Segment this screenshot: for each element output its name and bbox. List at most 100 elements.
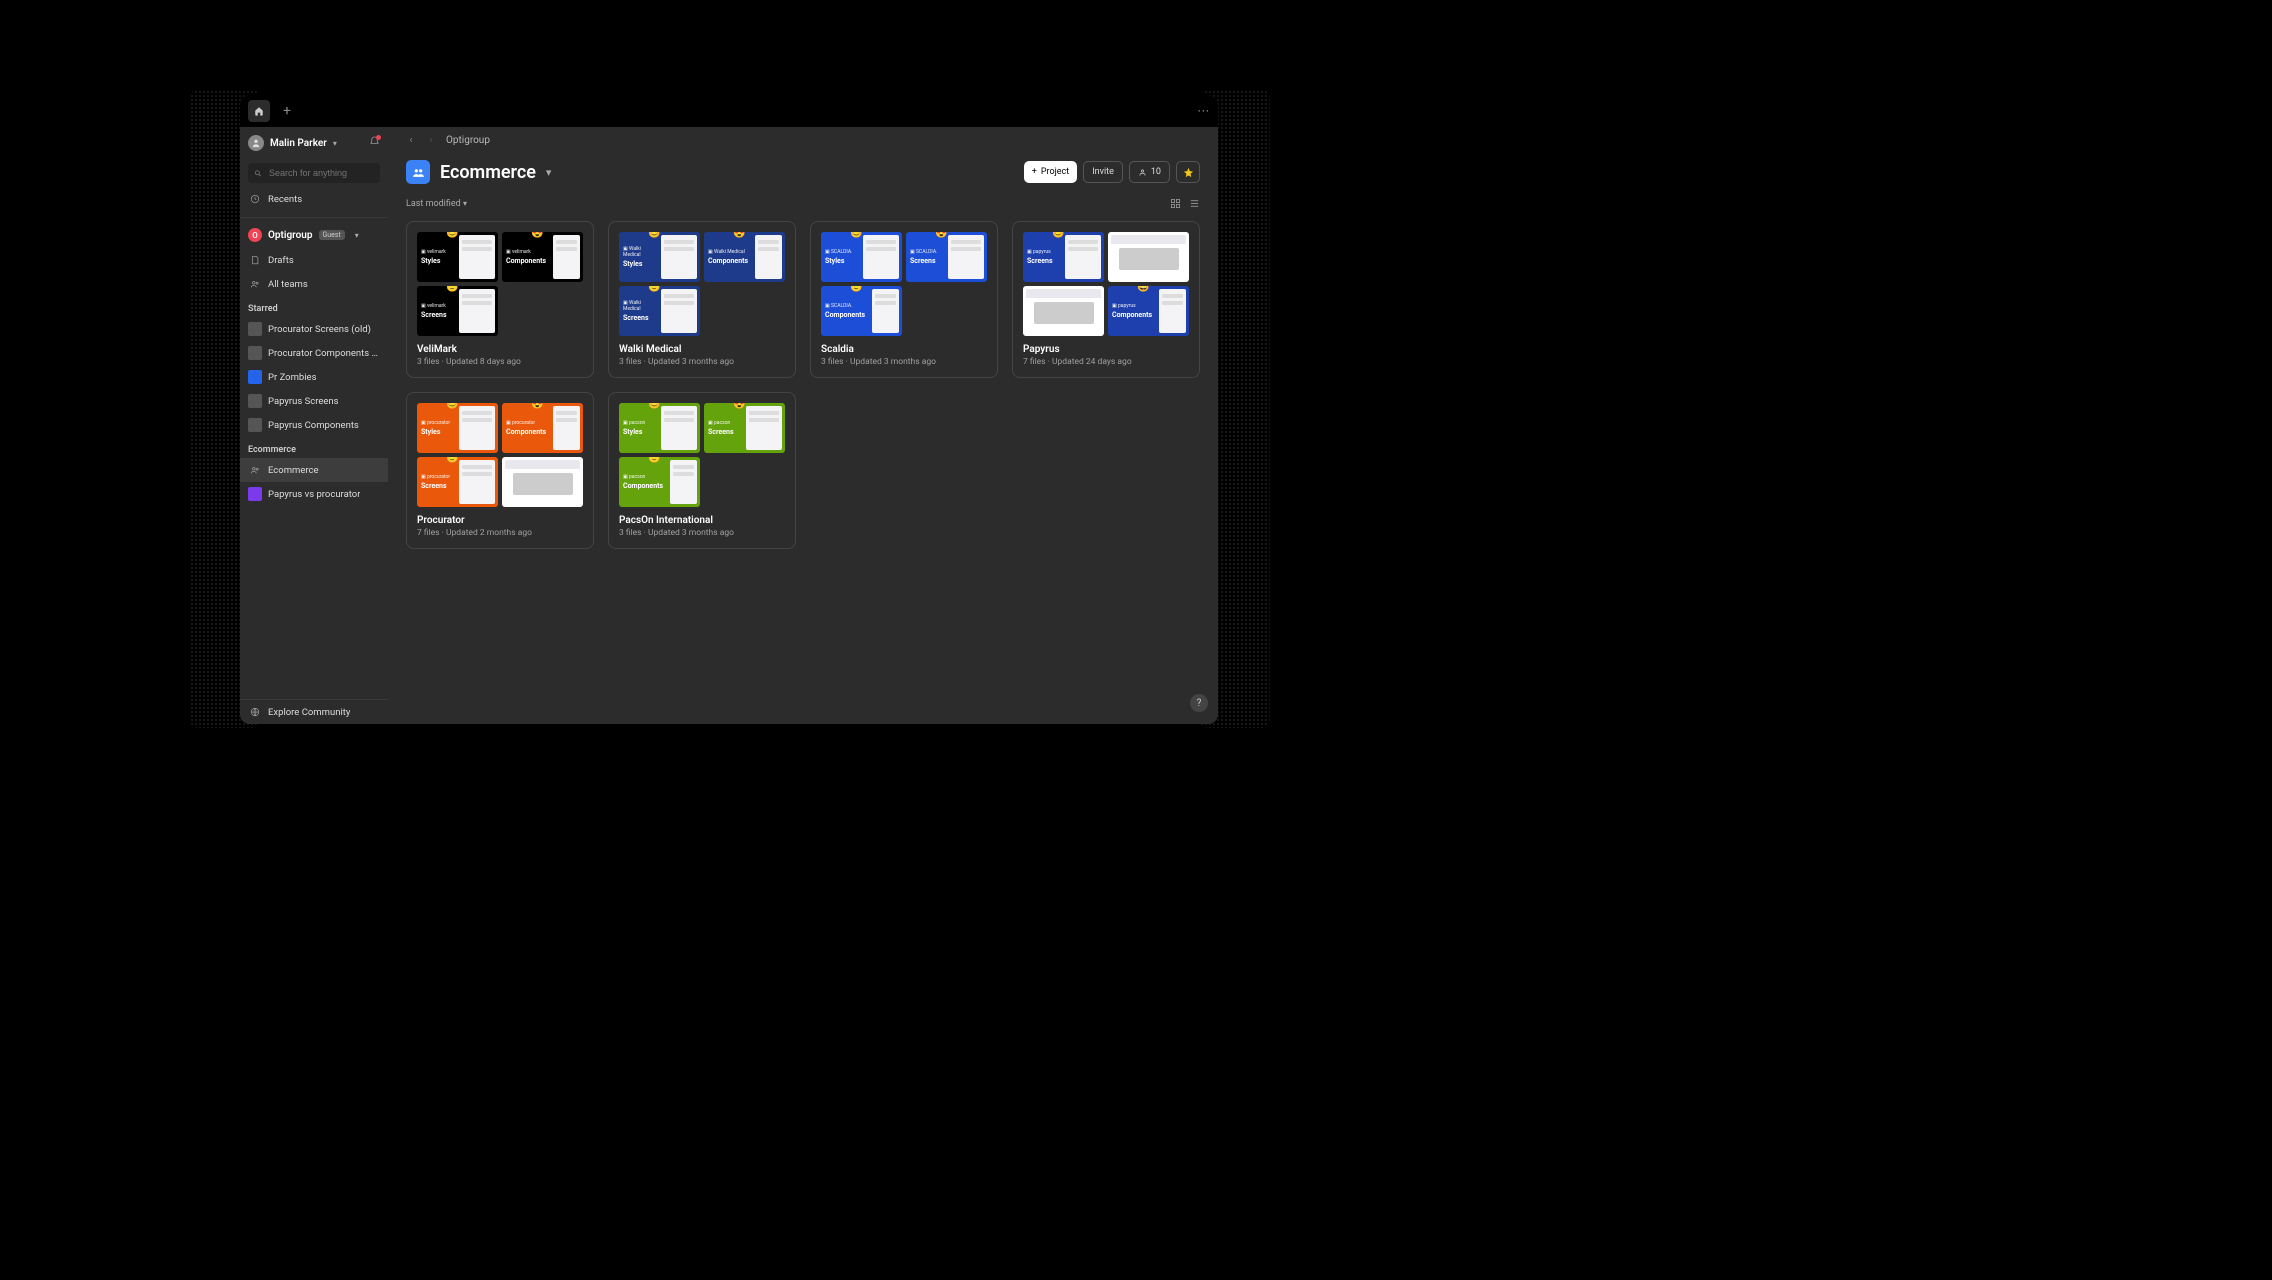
user-menu[interactable]: Malin Parker ▾: [240, 127, 388, 159]
toolbar: Last modified ▾: [388, 194, 1218, 217]
search-input[interactable]: [248, 163, 380, 183]
thumb-screenshot: [1023, 286, 1104, 336]
star-button[interactable]: [1176, 161, 1200, 183]
thumb-file: ▣ velimarkComponents 😍: [502, 232, 583, 282]
project-meta: 3 files · Updated 8 days ago: [417, 357, 583, 367]
sidebar-starred-item[interactable]: Papyrus Components: [240, 413, 388, 437]
sidebar: Malin Parker ▾ Recents O: [240, 127, 388, 724]
project-card[interactable]: ▣ velimarkStyles 😊 ▣ velimarkComponents …: [406, 221, 594, 378]
thumb-file: ▣ Walki MedicalComponents 😍: [704, 232, 785, 282]
tab-bar: + ···: [240, 95, 1218, 127]
sidebar-item-recents[interactable]: Recents: [240, 187, 388, 211]
home-tab[interactable]: [248, 100, 270, 122]
project-color-icon: [248, 346, 262, 360]
invite-label: Invite: [1092, 167, 1114, 177]
clock-icon: [248, 192, 262, 206]
app-window: + ··· Malin Parker ▾: [240, 95, 1218, 724]
org-switcher[interactable]: O Optigroup Guest ▾: [240, 217, 388, 248]
thumb-file: ▣ procuratorComponents 😍: [502, 403, 583, 453]
sidebar-team-item[interactable]: Papyrus vs procurator: [240, 482, 388, 506]
thumb-file: ▣ SCALDIA.Styles 😊: [821, 232, 902, 282]
search-field[interactable]: [267, 167, 374, 179]
sidebar-starred-item[interactable]: Pr Zombies: [240, 365, 388, 389]
sidebar-section-starred: Starred: [240, 296, 388, 317]
card-thumbnails: ▣ papyrusScreens 😊 ▣ papyrusComponents 😀: [1023, 232, 1189, 336]
project-color-icon: [248, 418, 262, 432]
thumb-file: ▣ papyrusComponents 😀: [1108, 286, 1189, 336]
home-icon: [254, 106, 264, 116]
plus-icon: +: [1032, 167, 1037, 177]
search-icon: [254, 169, 262, 178]
grid-view-icon[interactable]: [1170, 198, 1181, 209]
chevron-down-icon: ▾: [355, 231, 359, 240]
main-content: ‹ › Optigroup Ecommerce ▾ + Project: [388, 127, 1218, 724]
card-thumbnails: ▣ procuratorStyles 😊 ▣ procuratorCompone…: [417, 403, 583, 507]
chevron-down-icon: ▾: [333, 139, 337, 148]
user-name: Malin Parker: [270, 138, 327, 149]
file-icon: [248, 253, 262, 267]
sidebar-item-all-teams[interactable]: All teams: [240, 272, 388, 296]
project-meta: 3 files · Updated 3 months ago: [821, 357, 987, 367]
project-color-icon: [248, 322, 262, 336]
invite-button[interactable]: Invite: [1083, 161, 1123, 183]
members-button[interactable]: 10: [1129, 161, 1170, 183]
sidebar-label-drafts: Drafts: [268, 255, 294, 266]
new-tab-button[interactable]: +: [276, 100, 298, 122]
members-count: 10: [1151, 167, 1161, 177]
sidebar-label-explore: Explore Community: [268, 707, 350, 718]
notifications-button[interactable]: [369, 136, 380, 150]
thumb-file: ▣ procuratorStyles 😊: [417, 403, 498, 453]
projects-grid: ▣ velimarkStyles 😊 ▣ velimarkComponents …: [388, 217, 1218, 567]
sidebar-starred-item[interactable]: Procurator Components (old): [240, 341, 388, 365]
thumb-empty: [704, 457, 785, 507]
project-title: PacsOn International: [619, 515, 785, 526]
new-project-label: Project: [1041, 167, 1069, 177]
project-title: Papyrus: [1023, 344, 1189, 355]
chevron-down-icon[interactable]: ▾: [546, 166, 552, 179]
list-view-icon[interactable]: [1189, 198, 1200, 209]
nav-forward-button[interactable]: ›: [426, 136, 436, 146]
card-thumbnails: ▣ SCALDIA.Styles 😊 ▣ SCALDIA.Screens 😍 ▣…: [821, 232, 987, 336]
sidebar-section-ecommerce: Ecommerce: [240, 437, 388, 458]
sidebar-item-label: Ecommerce: [268, 465, 319, 476]
person-icon: [1138, 168, 1147, 177]
project-card[interactable]: ▣ procuratorStyles 😊 ▣ procuratorCompone…: [406, 392, 594, 549]
org-name: Optigroup: [268, 230, 313, 241]
nav-back-button[interactable]: ‹: [406, 136, 416, 146]
project-title: Scaldia: [821, 344, 987, 355]
sidebar-item-explore-community[interactable]: Explore Community: [240, 700, 388, 724]
page-title: Ecommerce: [440, 162, 536, 183]
thumb-empty: [502, 286, 583, 336]
project-meta: 3 files · Updated 3 months ago: [619, 528, 785, 538]
project-title: Walki Medical: [619, 344, 785, 355]
thumb-screenshot: [1108, 232, 1189, 282]
new-project-button[interactable]: + Project: [1024, 161, 1077, 183]
project-color-icon: [248, 394, 262, 408]
sidebar-item-label: Pr Zombies: [268, 372, 317, 383]
sidebar-starred-item[interactable]: Procurator Screens (old): [240, 317, 388, 341]
sort-dropdown[interactable]: Last modified ▾: [406, 199, 467, 209]
project-card[interactable]: ▣ papyrusScreens 😊 ▣ papyrusComponents 😀…: [1012, 221, 1200, 378]
breadcrumb-org[interactable]: Optigroup: [446, 135, 490, 146]
guest-badge: Guest: [319, 230, 345, 240]
project-meta: 7 files · Updated 24 days ago: [1023, 357, 1189, 367]
sidebar-item-drafts[interactable]: Drafts: [240, 248, 388, 272]
project-card[interactable]: ▣ SCALDIA.Styles 😊 ▣ SCALDIA.Screens 😍 ▣…: [810, 221, 998, 378]
thumb-empty: [704, 286, 785, 336]
sidebar-label-all-teams: All teams: [268, 279, 308, 290]
sidebar-item-label: Papyrus Components: [268, 420, 359, 431]
thumb-file: ▣ SCALDIA.Screens 😍: [906, 232, 987, 282]
tab-overflow-menu[interactable]: ···: [1198, 104, 1210, 118]
org-icon: O: [248, 228, 262, 242]
project-title: VeliMark: [417, 344, 583, 355]
sidebar-item-label: Papyrus vs procurator: [268, 489, 360, 500]
project-card[interactable]: ▣ Walki MedicalStyles 😊 ▣ Walki MedicalC…: [608, 221, 796, 378]
help-button[interactable]: ?: [1190, 694, 1208, 712]
sidebar-team-item[interactable]: Ecommerce: [240, 458, 388, 482]
sidebar-starred-item[interactable]: Papyrus Screens: [240, 389, 388, 413]
project-card[interactable]: ▣ pacsonStyles 😊 ▣ pacsonScreens 😍 ▣ pac…: [608, 392, 796, 549]
breadcrumb-bar: ‹ › Optigroup: [388, 127, 1218, 154]
thumb-file: ▣ pacsonScreens 😍: [704, 403, 785, 453]
people-icon: [248, 463, 262, 477]
card-thumbnails: ▣ pacsonStyles 😊 ▣ pacsonScreens 😍 ▣ pac…: [619, 403, 785, 507]
